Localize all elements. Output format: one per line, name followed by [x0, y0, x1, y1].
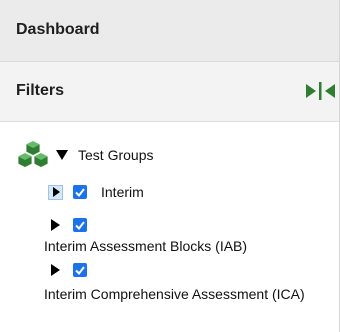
interim-checkbox[interactable] — [73, 185, 87, 199]
tree-root-test-groups: Test Groups — [16, 140, 153, 170]
tree-item-iab — [48, 218, 87, 232]
tree-item-label: Interim — [101, 184, 144, 200]
filters-title: Filters — [16, 82, 65, 99]
filter-panel: Dashboard Filters Test Groups Interim In… — [0, 0, 340, 332]
collapse-panel-icon[interactable] — [304, 80, 338, 102]
tree-item-ica — [48, 263, 87, 277]
filters-header: Filters — [0, 62, 339, 122]
dashboard-header: Dashboard — [0, 0, 339, 62]
expand-caret-down-icon[interactable] — [56, 150, 68, 160]
expand-caret-right-icon[interactable] — [51, 219, 60, 231]
tree-item-label: Interim Assessment Blocks (IAB) — [44, 238, 248, 254]
tree-item-interim: Interim — [48, 184, 144, 200]
ica-checkbox[interactable] — [73, 263, 87, 277]
expand-caret-right-icon[interactable] — [51, 264, 60, 276]
dashboard-title: Dashboard — [16, 21, 100, 38]
iab-checkbox[interactable] — [73, 218, 87, 232]
tree-root-label: Test Groups — [78, 147, 154, 163]
expand-caret-right-icon[interactable] — [48, 184, 63, 200]
cubes-icon — [16, 140, 50, 170]
tree-item-label: Interim Comprehensive Assessment (ICA) — [44, 286, 305, 302]
